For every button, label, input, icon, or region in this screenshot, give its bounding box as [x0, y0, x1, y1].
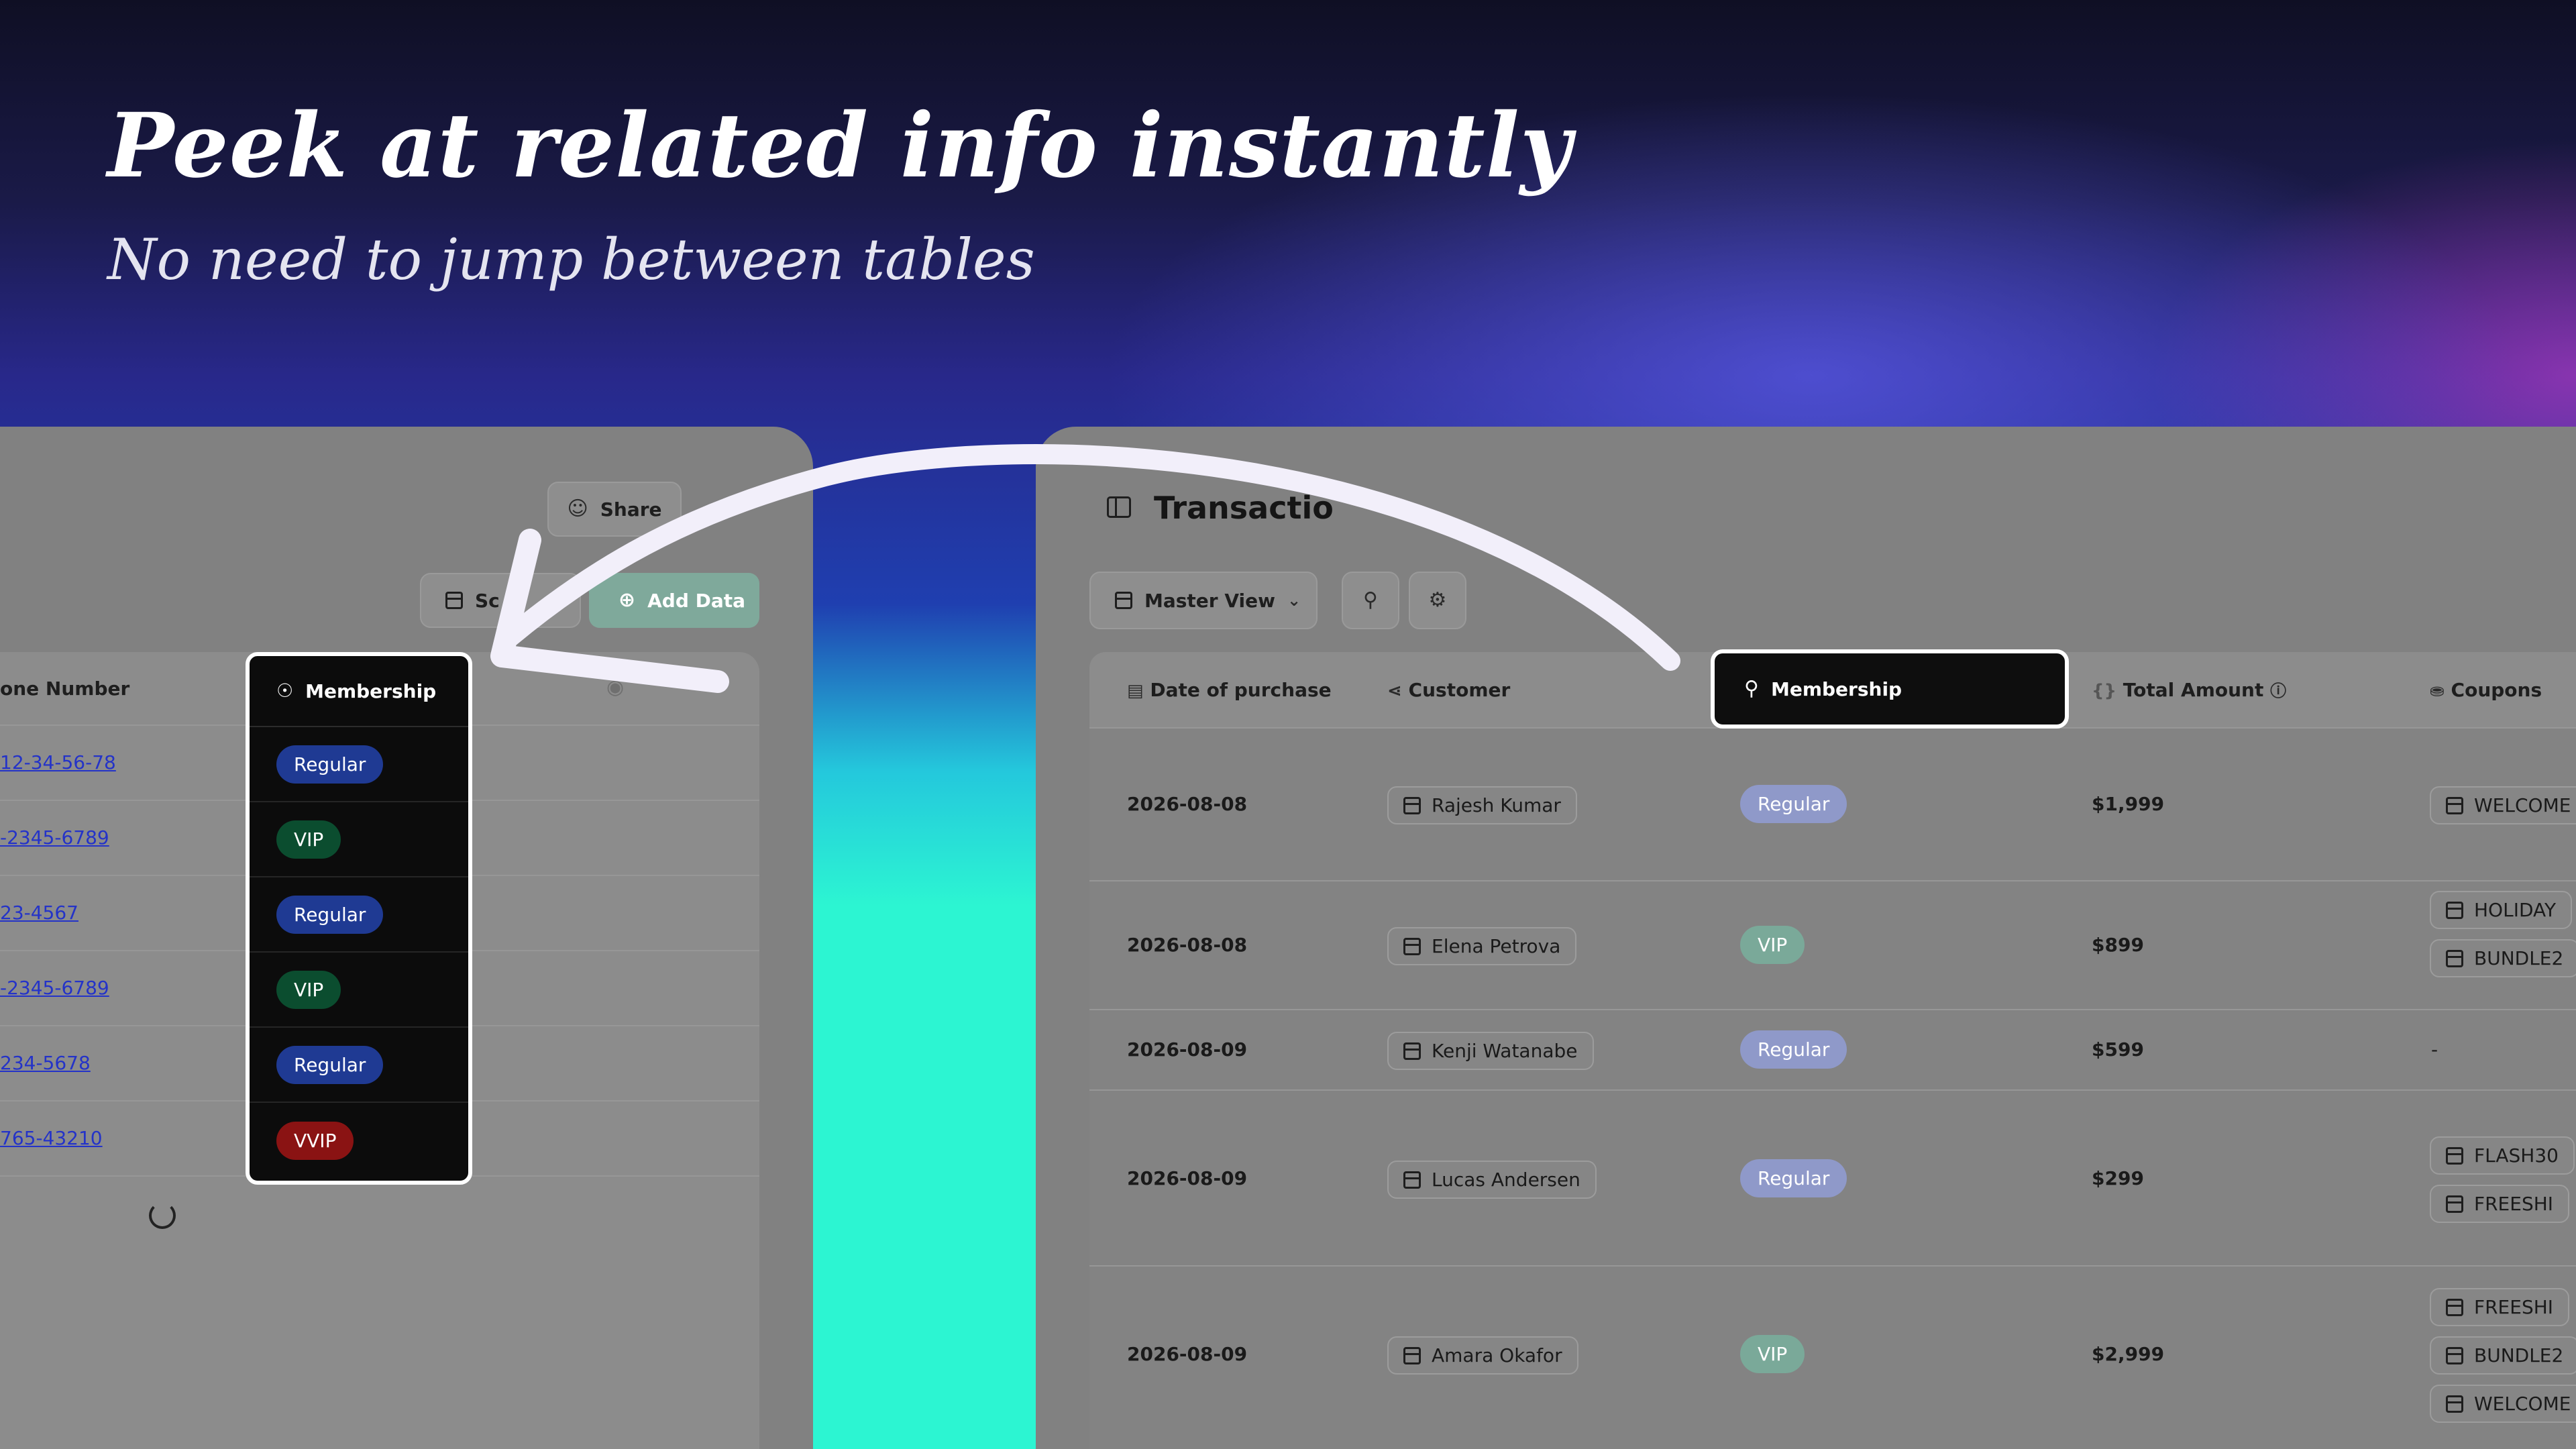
callout-arrow: [490, 444, 1680, 693]
